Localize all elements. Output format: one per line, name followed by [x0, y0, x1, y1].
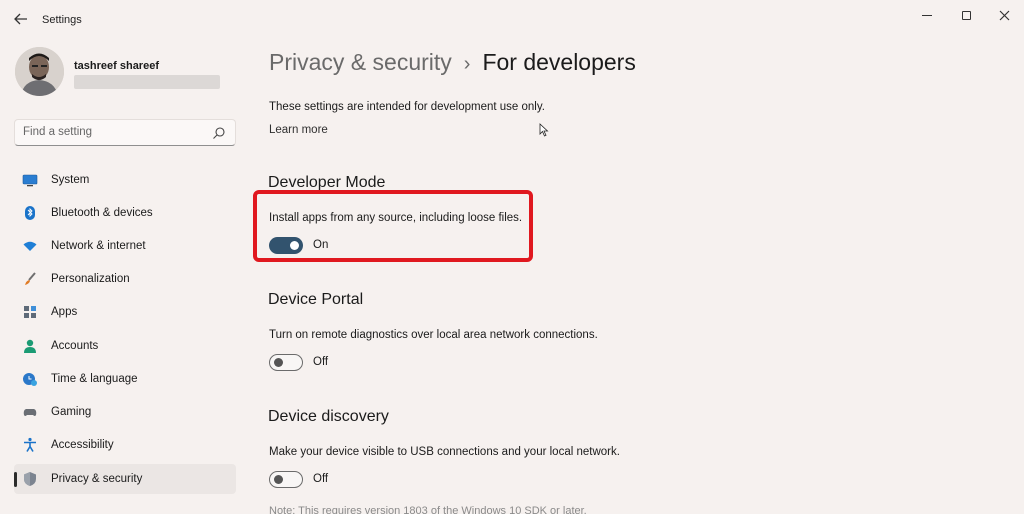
highlight-annotation — [253, 190, 533, 262]
title-bar: Settings — [0, 0, 1024, 36]
device-discovery-state: Off — [313, 473, 329, 485]
avatar-image — [15, 47, 64, 96]
sidebar-item-personalization[interactable]: Personalization — [14, 264, 236, 294]
sidebar-item-network-internet[interactable]: Network & internet — [14, 231, 236, 261]
close-button[interactable] — [986, 4, 1022, 26]
device-discovery-title: Device discovery — [268, 408, 389, 425]
breadcrumb: Privacy & security › For developers — [269, 49, 636, 76]
minimize-icon — [922, 14, 932, 16]
close-icon — [999, 10, 1009, 20]
device-portal-state: Off — [313, 356, 329, 368]
monitor-icon — [22, 174, 38, 187]
sidebar-item-label: Bluetooth & devices — [51, 207, 153, 219]
maximize-button[interactable] — [948, 4, 984, 26]
sidebar-item-apps[interactable]: Apps — [14, 297, 236, 327]
user-name: tashreef shareef — [74, 60, 159, 72]
sdk-note: Note: This requires version 1803 of the … — [269, 505, 587, 514]
accessibility-icon — [24, 437, 36, 452]
sidebar-item-accounts[interactable]: Accounts — [14, 331, 236, 361]
sidebar-item-gaming[interactable]: Gaming — [14, 397, 236, 427]
sidebar-item-label: Privacy & security — [51, 473, 143, 485]
minimize-button[interactable] — [909, 4, 945, 26]
sidebar-item-label: Time & language — [51, 373, 138, 385]
device-portal-title: Device Portal — [268, 291, 364, 308]
sidebar-item-label: Gaming — [51, 406, 92, 418]
apps-icon — [24, 306, 36, 318]
device-portal-description: Turn on remote diagnostics over local ar… — [269, 329, 598, 341]
user-email-redacted — [74, 75, 220, 89]
sidebar-item-label: Apps — [51, 306, 78, 318]
toggle-knob — [274, 475, 283, 484]
shield-icon — [24, 472, 36, 486]
sidebar-item-label: Personalization — [51, 273, 130, 285]
breadcrumb-parent[interactable]: Privacy & security — [269, 49, 452, 75]
device-portal-toggle[interactable] — [269, 354, 303, 371]
sidebar-item-label: Accounts — [51, 340, 99, 352]
sidebar-item-bluetooth-devices[interactable]: Bluetooth & devices — [14, 198, 236, 228]
bluetooth-icon — [25, 206, 35, 220]
active-indicator — [14, 472, 17, 487]
sidebar-item-accessibility[interactable]: Accessibility — [14, 430, 236, 460]
page-title: For developers — [482, 49, 636, 75]
back-button[interactable] — [10, 9, 32, 29]
person-icon — [24, 339, 36, 353]
search-box[interactable] — [14, 119, 236, 146]
sidebar-item-system[interactable]: System — [14, 165, 236, 195]
sidebar-item-time-language[interactable]: Time & language — [14, 364, 236, 394]
maximize-icon — [961, 10, 971, 20]
search-input[interactable] — [23, 126, 203, 138]
arrow-left-icon — [14, 13, 27, 25]
search-icon[interactable] — [212, 126, 226, 140]
breadcrumb-separator: › — [463, 53, 471, 75]
paintbrush-icon — [25, 272, 36, 285]
clock-globe-icon — [23, 373, 37, 386]
toggle-knob — [274, 358, 283, 367]
wifi-icon — [23, 241, 37, 251]
intro-text: These settings are intended for developm… — [269, 101, 545, 113]
sidebar-item-label: System — [51, 174, 90, 186]
learn-more-link[interactable]: Learn more — [269, 124, 328, 136]
gamepad-icon — [23, 409, 37, 416]
settings-window: Settings tashreef shareef Find a setting… — [0, 0, 1024, 514]
app-title: Settings — [42, 14, 82, 26]
device-discovery-toggle[interactable] — [269, 471, 303, 488]
sidebar-item-privacy-security[interactable]: Privacy & security — [14, 464, 236, 494]
sidebar-item-label: Network & internet — [51, 240, 146, 252]
sidebar-item-label: Accessibility — [51, 439, 114, 451]
avatar[interactable] — [15, 47, 64, 96]
mouse-cursor-icon — [539, 123, 549, 137]
device-discovery-description: Make your device visible to USB connecti… — [269, 446, 620, 458]
